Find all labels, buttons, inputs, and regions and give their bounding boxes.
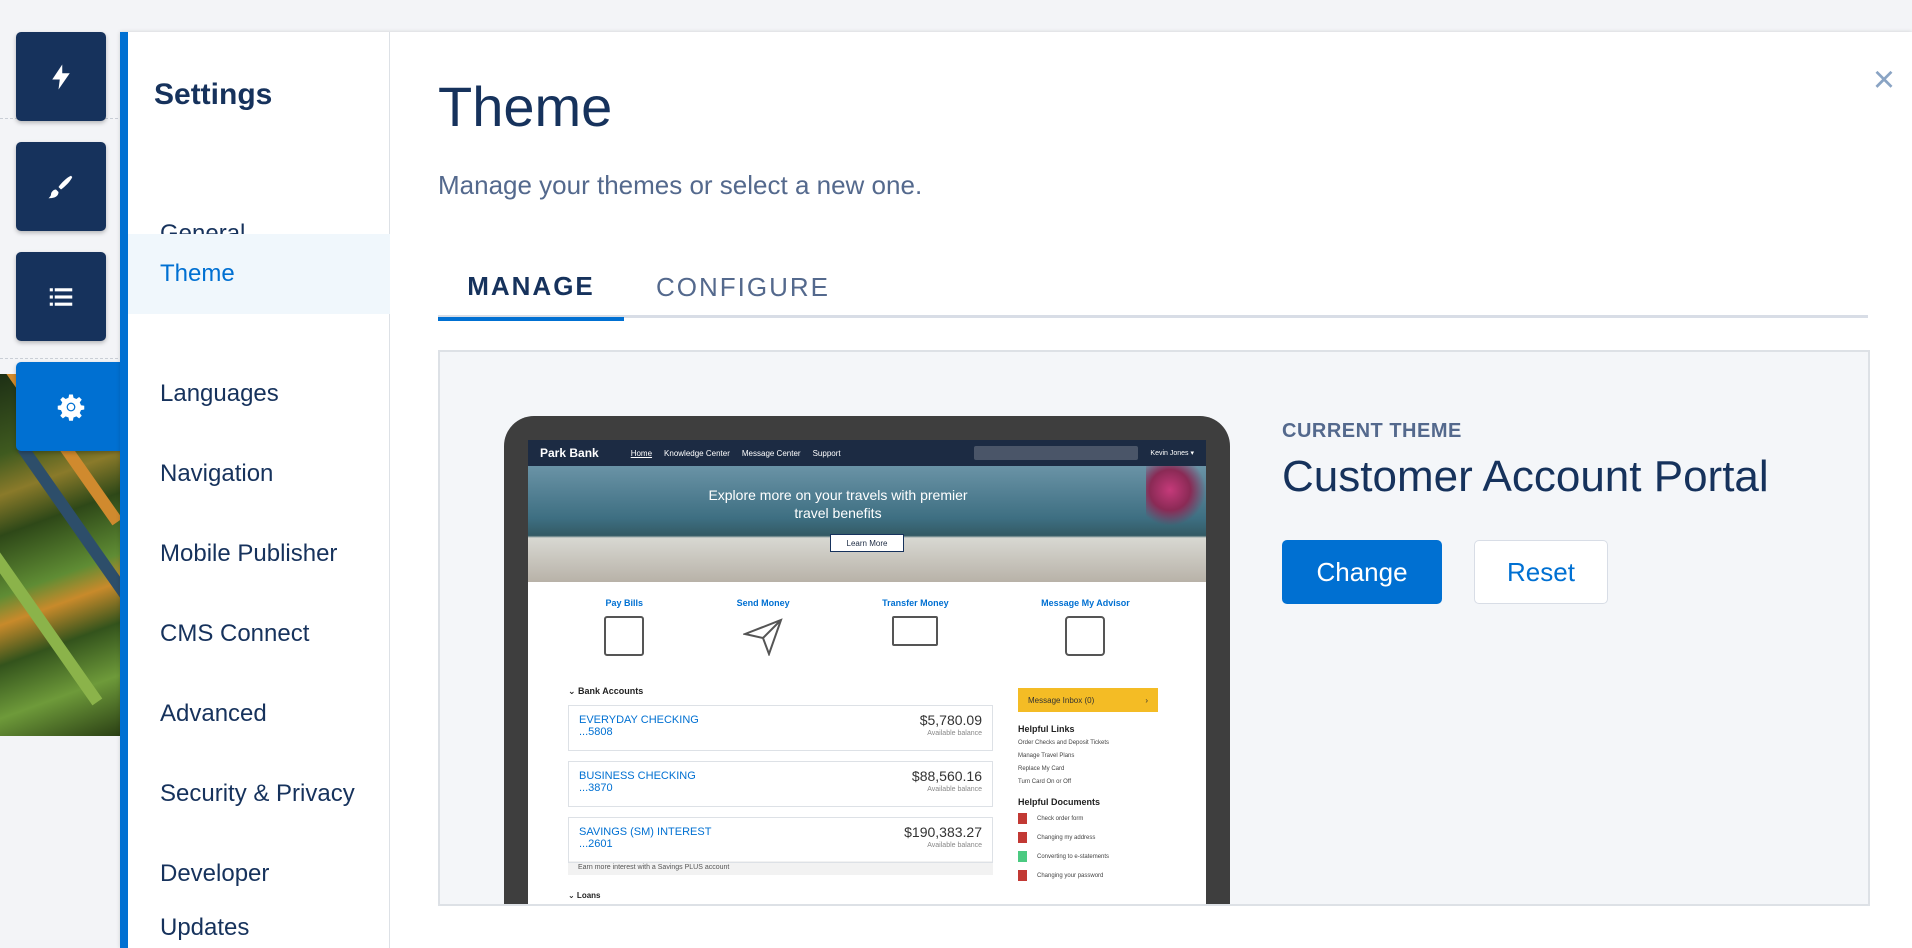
preview-hero: Explore more on your travels with premie…: [528, 466, 1206, 582]
settings-title: Settings: [154, 78, 273, 111]
page-title: Theme: [438, 75, 613, 138]
list-button[interactable]: [16, 252, 106, 341]
preview-account-label: Available balance: [927, 842, 982, 849]
chevron-right-icon: ›: [1145, 695, 1148, 705]
pdf-icon: [1018, 832, 1027, 843]
preview-quick-action: Send Money: [737, 598, 790, 682]
gear-icon: [57, 394, 85, 421]
theme-preview-device: Park Bank Home Knowledge Center Message …: [504, 416, 1230, 904]
preview-search: [974, 446, 1139, 460]
nav-item-theme[interactable]: Theme: [128, 234, 390, 314]
nav-item-security-privacy[interactable]: Security & Privacy: [128, 754, 390, 834]
document-icon: [1018, 851, 1027, 862]
preview-quick-action: Pay Bills: [604, 598, 645, 682]
rail-divider: [0, 358, 118, 359]
preview-loans-heading: ⌄ Loans: [568, 891, 601, 900]
preview-account-amount: $190,383.27: [904, 824, 982, 840]
current-theme-name: Customer Account Portal: [1282, 452, 1769, 501]
pdf-icon: [1018, 813, 1027, 824]
preview-accounts: ⌄ Bank Accounts EVERYDAY CHECKING ...580…: [568, 686, 993, 900]
tab-configure[interactable]: CONFIGURE: [656, 256, 830, 318]
preview-helpful-link: Replace My Card: [1018, 766, 1065, 772]
close-button[interactable]: ×: [1864, 58, 1904, 101]
preview-inbox: Message Inbox (0) ›: [1018, 688, 1158, 712]
nav-item-developer[interactable]: Developer: [128, 834, 390, 914]
current-theme-label: CURRENT THEME: [1282, 420, 1462, 442]
theme-content: Theme Manage your themes or select a new…: [438, 32, 1912, 948]
preview-account-row: SAVINGS (SM) INTEREST ...2601 $190,383.2…: [568, 817, 993, 863]
preview-quick-label: Pay Bills: [605, 598, 643, 608]
preview-helpful-link: Manage Travel Plans: [1018, 753, 1075, 759]
preview-doc: Converting to e-statements: [1018, 851, 1158, 862]
preview-account-row: EVERYDAY CHECKING ...5808 $5,780.09 Avai…: [568, 705, 993, 751]
preview-doc-label: Check order form: [1037, 815, 1084, 822]
chat-icon: [1065, 616, 1106, 656]
preview-link: Support: [812, 448, 841, 458]
preview-account-label: Available balance: [927, 786, 982, 793]
money-icon: [892, 616, 939, 646]
preview-helpful-docs-heading: Helpful Documents: [1018, 797, 1101, 807]
brush-button[interactable]: [16, 142, 106, 231]
preview-quick-actions: Pay Bills Send Money Transfer Money Mess…: [528, 582, 1206, 682]
settings-panel: Settings General Theme Languages Navigat…: [120, 32, 1912, 948]
preview-user: Kevin Jones ▾: [1150, 450, 1194, 457]
tab-manage[interactable]: MANAGE: [438, 256, 624, 321]
preview-quick-label: Send Money: [736, 598, 790, 608]
preview-quick-action: Message My Advisor: [1041, 598, 1130, 682]
preview-link: Message Center: [741, 448, 801, 458]
nav-item-navigation[interactable]: Navigation: [128, 434, 390, 514]
preview-quick-label: Transfer Money: [882, 598, 949, 608]
preview-account-amount: $5,780.09: [919, 712, 982, 728]
close-icon: ×: [1872, 58, 1896, 101]
preview-account-row: BUSINESS CHECKING ...3870 $88,560.16 Ava…: [568, 761, 993, 807]
theme-preview-screen: Park Bank Home Knowledge Center Message …: [528, 440, 1206, 904]
preview-doc: Changing my address: [1018, 832, 1158, 843]
preview-hero-button: Learn More: [830, 534, 904, 552]
settings-button[interactable]: [16, 362, 126, 451]
nav-item-mobile-publisher[interactable]: Mobile Publisher: [128, 514, 390, 594]
preview-helpful-link: Order Checks and Deposit Tickets: [1018, 740, 1110, 746]
preview-quick-label: Message My Advisor: [1041, 598, 1130, 608]
nav-item-advanced[interactable]: Advanced: [128, 674, 390, 754]
change-theme-button[interactable]: Change: [1282, 540, 1442, 604]
preview-helpful-link: Turn Card On or Off: [1018, 779, 1072, 785]
lightning-icon: [52, 64, 70, 89]
nav-item-languages[interactable]: Languages: [128, 354, 390, 434]
preview-inbox-label: Message Inbox (0): [1028, 695, 1095, 705]
page-subtitle: Manage your themes or select a new one.: [438, 170, 923, 200]
preview-accounts-heading: ⌄ Bank Accounts: [568, 686, 644, 696]
calculator-icon: [604, 616, 645, 656]
preview-account-amount: $88,560.16: [911, 768, 982, 784]
theme-tabs: MANAGE CONFIGURE: [438, 256, 1868, 321]
brush-icon: [48, 175, 73, 198]
reset-theme-button[interactable]: Reset: [1474, 540, 1608, 604]
theme-preview-card: Park Bank Home Knowledge Center Message …: [438, 350, 1870, 906]
preview-hero-flowers: [1146, 466, 1206, 526]
preview-link: Home: [630, 448, 653, 458]
preview-quick-action: Transfer Money: [882, 598, 949, 682]
preview-doc: Changing your password: [1018, 870, 1158, 881]
preview-link: Knowledge Center: [664, 448, 730, 458]
preview-doc-label: Converting to e-statements: [1037, 853, 1110, 860]
preview-doc-label: Changing your password: [1037, 872, 1104, 879]
settings-nav: Settings General Theme Languages Navigat…: [128, 32, 390, 948]
preview-nav: Park Bank Home Knowledge Center Message …: [528, 440, 1206, 466]
paper-plane-icon: [741, 616, 783, 657]
preview-brand: Park Bank: [540, 446, 599, 460]
preview-doc-label: Changing my address: [1037, 834, 1096, 841]
pdf-icon: [1018, 870, 1027, 881]
list-icon: [49, 287, 73, 306]
preview-account-label: Available balance: [927, 730, 982, 737]
lightning-button[interactable]: [16, 32, 106, 121]
preview-hero-text: Explore more on your travels with premie…: [708, 487, 968, 521]
preview-helpful-links-heading: Helpful Links: [1018, 724, 1075, 734]
nav-item-cms-connect[interactable]: CMS Connect: [128, 594, 390, 674]
preview-doc: Check order form: [1018, 813, 1158, 824]
preview-accounts-note: Earn more interest with a Savings PLUS a…: [568, 861, 993, 875]
nav-item-updates[interactable]: Updates: [128, 914, 390, 948]
preview-sidebar: Message Inbox (0) › Helpful Links Order C…: [1018, 688, 1158, 889]
